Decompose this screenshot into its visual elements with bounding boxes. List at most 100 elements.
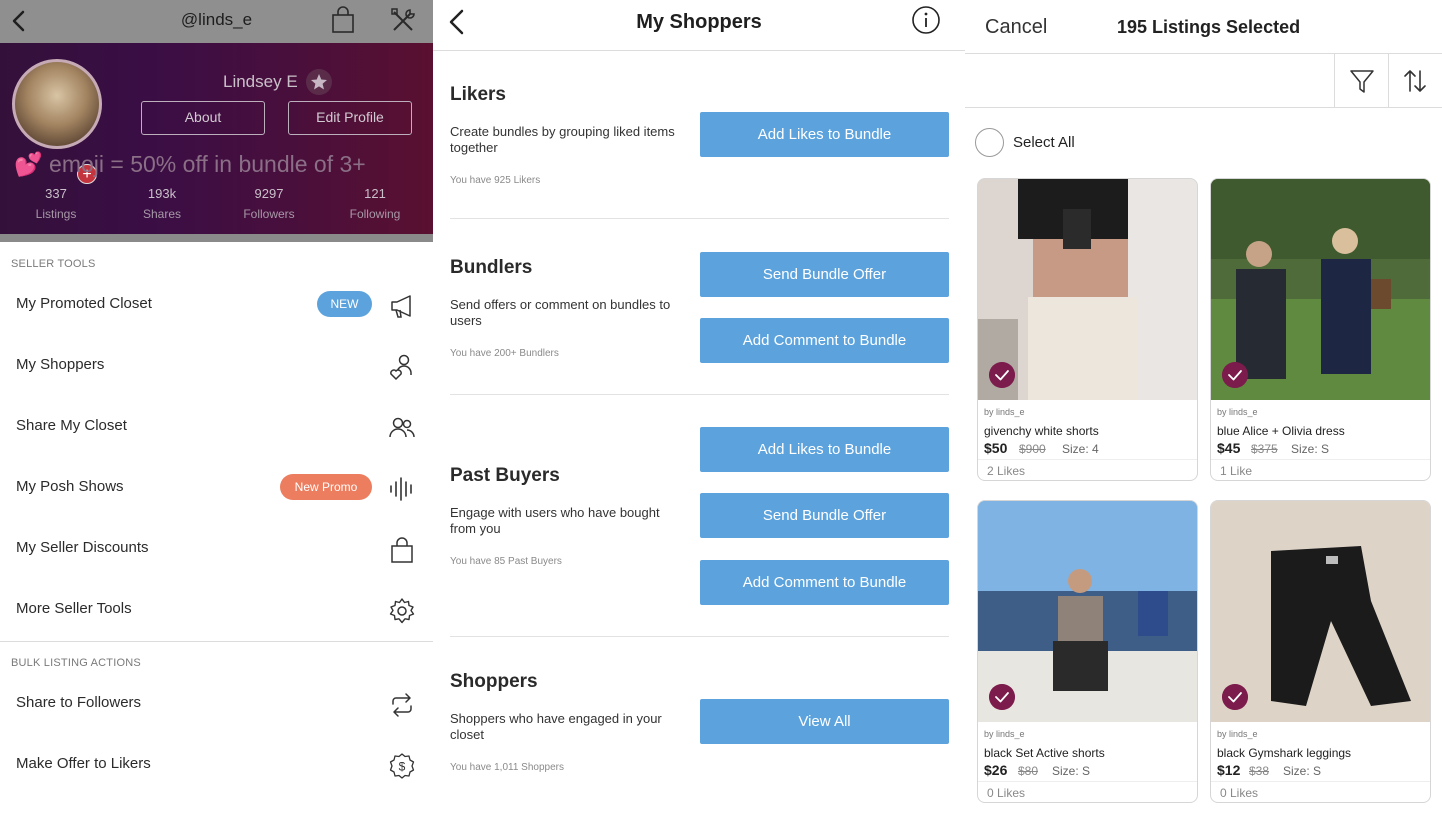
menu-item-more-seller-tools[interactable]: More Seller Tools <box>0 580 433 641</box>
listing-title: black Set Active shorts <box>984 746 1105 760</box>
profile-header: + Lindsey E About Edit Profile 💕 emoji =… <box>0 43 433 234</box>
add-likes-to-bundle-button[interactable]: Add Likes to Bundle <box>700 427 949 472</box>
listing-likes: 0 Likes <box>1220 786 1259 800</box>
listing-original-price: $80 <box>1018 764 1039 778</box>
edit-profile-button[interactable]: Edit Profile <box>288 101 412 135</box>
stat-value: 121 <box>364 186 386 201</box>
bag-icon <box>391 537 413 563</box>
menu-item-label: My Promoted Closet <box>16 295 152 312</box>
menu-item-label: Share to Followers <box>16 694 142 711</box>
share-cycle-icon <box>392 693 412 717</box>
stat-following[interactable]: 121 Following <box>330 186 420 221</box>
listing-title: black Gymshark leggings <box>1217 746 1352 760</box>
listing-likes: 2 Likes <box>987 464 1026 478</box>
sort-icon[interactable] <box>1401 67 1429 95</box>
profile-panel: @linds_e + Lindsey E About Edit Profile … <box>0 0 433 814</box>
selected-check-icon[interactable] <box>989 684 1015 710</box>
listing-title: blue Alice + Olivia dress <box>1217 424 1345 438</box>
listing-card[interactable]: by linds_e black Set Active shorts $26 $… <box>977 500 1198 803</box>
card-divider <box>978 459 1197 460</box>
send-bundle-offer-button[interactable]: Send Bundle Offer <box>700 252 949 297</box>
menu-item-label: My Shoppers <box>16 356 105 373</box>
menu-item-promoted-closet[interactable]: My Promoted Closet NEW <box>0 275 433 336</box>
selection-header: Cancel 195 Listings Selected <box>965 0 1442 54</box>
menu-item-my-shoppers[interactable]: My Shoppers <box>0 336 433 397</box>
stat-shares[interactable]: 193k Shares <box>117 186 207 221</box>
stat-followers[interactable]: 9297 Followers <box>224 186 314 221</box>
section-desc: Send offers or comment on bundles to use… <box>450 297 671 328</box>
listing-price: $50 <box>984 440 1008 456</box>
tools-icon[interactable] <box>390 6 416 34</box>
menu-item-label: Make Offer to Likers <box>16 755 151 772</box>
listing-card[interactable]: by linds_e black Gymshark leggings $12 $… <box>1210 500 1431 803</box>
avatar[interactable] <box>12 59 102 149</box>
add-comment-to-bundle-button[interactable]: Add Comment to Bundle <box>700 560 949 605</box>
selected-check-icon[interactable] <box>1222 684 1248 710</box>
shoppers-icon <box>390 354 412 381</box>
section-title-shoppers: Shoppers <box>450 671 538 692</box>
listing-price: $26 <box>984 762 1008 778</box>
menu-item-share-to-followers[interactable]: Share to Followers <box>0 674 433 735</box>
section-divider <box>0 641 433 642</box>
megaphone-icon <box>391 295 411 318</box>
section-count: You have 85 Past Buyers <box>450 556 562 567</box>
my-shoppers-panel: My Shoppers Likers Create bundles by gro… <box>433 0 965 814</box>
listing-size: Size: S <box>1283 764 1322 778</box>
cancel-button[interactable]: Cancel <box>985 16 1047 39</box>
listing-card[interactable]: by linds_e givenchy white shorts $50 $90… <box>977 178 1198 481</box>
info-icon[interactable] <box>911 5 941 35</box>
listing-size: Size: S <box>1291 442 1330 456</box>
menu-item-seller-discounts[interactable]: My Seller Discounts <box>0 519 433 580</box>
selection-count-title: 195 Listings Selected <box>1117 17 1301 37</box>
section-desc: Engage with users who have bought from y… <box>450 505 660 536</box>
section-count: You have 200+ Bundlers <box>450 348 559 359</box>
listing-price: $12 <box>1217 762 1241 778</box>
section-desc: Create bundles by grouping liked items t… <box>450 124 675 155</box>
stat-label: Followers <box>243 207 295 221</box>
view-all-button[interactable]: View All <box>700 699 949 744</box>
listing-card[interactable]: by linds_e blue Alice + Olivia dress $45… <box>1210 178 1431 481</box>
menu-item-share-closet[interactable]: Share My Closet <box>0 397 433 458</box>
listing-original-price: $375 <box>1251 442 1278 456</box>
page-title: My Shoppers <box>636 11 762 33</box>
menu-item-posh-shows[interactable]: My Posh Shows New Promo <box>0 458 433 519</box>
toolbar-divider <box>1388 54 1389 108</box>
listing-price: $45 <box>1217 440 1241 456</box>
section-divider <box>450 218 949 219</box>
selected-check-icon[interactable] <box>1222 362 1248 388</box>
people-icon <box>389 417 415 438</box>
filter-toolbar <box>965 54 1442 108</box>
menu-item-label: More Seller Tools <box>16 600 132 617</box>
stat-label: Following <box>349 207 401 221</box>
profile-bio: 💕 emoji = 50% off in bundle of 3+ <box>14 151 366 177</box>
add-likes-to-bundle-button[interactable]: Add Likes to Bundle <box>700 112 949 157</box>
section-count: You have 1,011 Shoppers <box>450 762 564 773</box>
add-comment-to-bundle-button[interactable]: Add Comment to Bundle <box>700 318 949 363</box>
profile-top-bar: @linds_e <box>0 0 433 43</box>
stat-listings[interactable]: 337 Listings <box>11 186 101 221</box>
listing-title: givenchy white shorts <box>984 424 1099 438</box>
listing-likes: 0 Likes <box>987 786 1026 800</box>
select-all-label: Select All <box>1013 134 1075 151</box>
section-divider <box>450 394 949 395</box>
filter-icon[interactable] <box>1348 67 1376 95</box>
bulk-actions-header: BULK LISTING ACTIONS <box>11 657 141 669</box>
audio-wave-icon <box>390 477 412 501</box>
stat-label: Listings <box>35 207 77 221</box>
listing-seller: by linds_e <box>984 407 1025 417</box>
section-count: You have 925 Likers <box>450 175 541 186</box>
section-divider <box>450 636 949 637</box>
send-bundle-offer-button[interactable]: Send Bundle Offer <box>700 493 949 538</box>
select-all-checkbox[interactable] <box>975 128 1004 157</box>
section-title-bundlers: Bundlers <box>450 257 533 278</box>
new-badge: NEW <box>317 291 372 317</box>
shoppers-header: My Shoppers <box>433 0 965 51</box>
selected-check-icon[interactable] <box>989 362 1015 388</box>
about-button[interactable]: About <box>141 101 265 135</box>
menu-item-offer-to-likers[interactable]: Make Offer to Likers $ <box>0 735 433 796</box>
listing-original-price: $38 <box>1249 764 1270 778</box>
menu-item-label: My Seller Discounts <box>16 539 149 556</box>
profile-handle: @linds_e <box>180 10 253 29</box>
shopping-bag-icon[interactable] <box>331 6 355 34</box>
listing-original-price: $900 <box>1019 442 1046 456</box>
